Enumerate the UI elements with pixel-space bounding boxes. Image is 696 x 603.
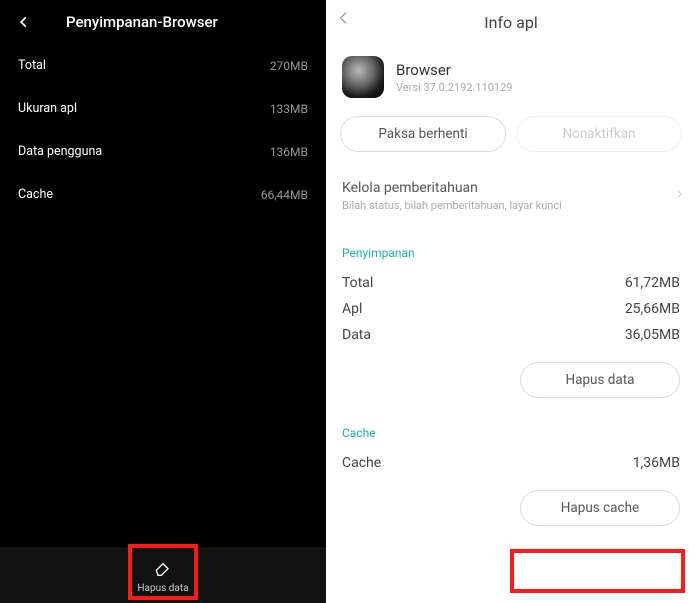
storage-row: Data 36,05MB <box>326 322 696 348</box>
notif-subtitle: Bilah status, bilah pemberitahuan, layar… <box>342 199 680 212</box>
row-label: Ukuran apl <box>18 101 77 116</box>
right-title: Info apl <box>484 13 537 32</box>
app-icon <box>342 56 384 98</box>
row-label: Cache <box>18 187 53 202</box>
storage-row: Ukuran apl 133MB <box>0 87 326 130</box>
storage-section-header: Penyimpanan <box>326 226 696 270</box>
right-header: Info apl <box>326 0 696 44</box>
row-value: 66,44MB <box>261 188 308 202</box>
app-meta: Browser Versi 37.0.2192.110129 <box>396 61 512 94</box>
action-button-row: Paksa berhenti Nonaktifkan <box>326 110 696 166</box>
row-label: Data <box>342 327 371 343</box>
row-value: 36,05MB <box>625 327 680 343</box>
row-value: 25,66MB <box>625 301 680 317</box>
back-icon[interactable] <box>336 10 360 34</box>
row-label: Total <box>18 58 46 73</box>
storage-row: Apl 25,66MB <box>326 296 696 322</box>
app-name: Browser <box>396 61 512 79</box>
left-title: Penyimpanan-Browser <box>66 13 218 31</box>
manage-notifications-row[interactable]: Kelola pemberitahuan Bilah status, bilah… <box>326 166 696 226</box>
app-row: Browser Versi 37.0.2192.110129 <box>326 44 696 110</box>
force-stop-button[interactable]: Paksa berhenti <box>340 116 506 152</box>
eraser-icon <box>153 557 173 581</box>
row-label: Cache <box>342 455 381 471</box>
storage-row: Total 270MB <box>0 44 326 87</box>
storage-row: Total 61,72MB <box>326 270 696 296</box>
app-version: Versi 37.0.2192.110129 <box>396 81 512 94</box>
storage-row: Cache 66,44MB <box>0 173 326 216</box>
row-value: 136MB <box>270 145 308 159</box>
row-label: Apl <box>342 301 362 317</box>
disable-button: Nonaktifkan <box>516 116 682 152</box>
clear-data-button[interactable]: Hapus data <box>0 547 326 603</box>
clear-cache-button[interactable]: Hapus cache <box>520 490 680 526</box>
clear-cache-area: Hapus cache <box>326 476 696 534</box>
cache-section-header: Cache <box>326 406 696 450</box>
row-label: Data pengguna <box>18 144 102 159</box>
row-label: Total <box>342 275 373 291</box>
row-value: 61,72MB <box>625 275 680 291</box>
storage-row: Data pengguna 136MB <box>0 130 326 173</box>
back-icon[interactable] <box>12 10 36 34</box>
row-value: 133MB <box>270 102 308 116</box>
row-value: 270MB <box>270 59 308 73</box>
chevron-right-icon <box>674 186 684 205</box>
clear-data-area: Hapus data <box>326 348 696 406</box>
clear-data-button[interactable]: Hapus data <box>520 362 680 398</box>
row-value: 1,36MB <box>633 455 680 471</box>
clear-data-label: Hapus data <box>137 583 188 594</box>
cache-row: Cache 1,36MB <box>326 450 696 476</box>
notif-title: Kelola pemberitahuan <box>342 180 680 196</box>
app-info-panel: Info apl Browser Versi 37.0.2192.110129 … <box>326 0 696 603</box>
left-header: Penyimpanan-Browser <box>0 0 326 44</box>
storage-panel-dark: Penyimpanan-Browser Total 270MB Ukuran a… <box>0 0 326 603</box>
